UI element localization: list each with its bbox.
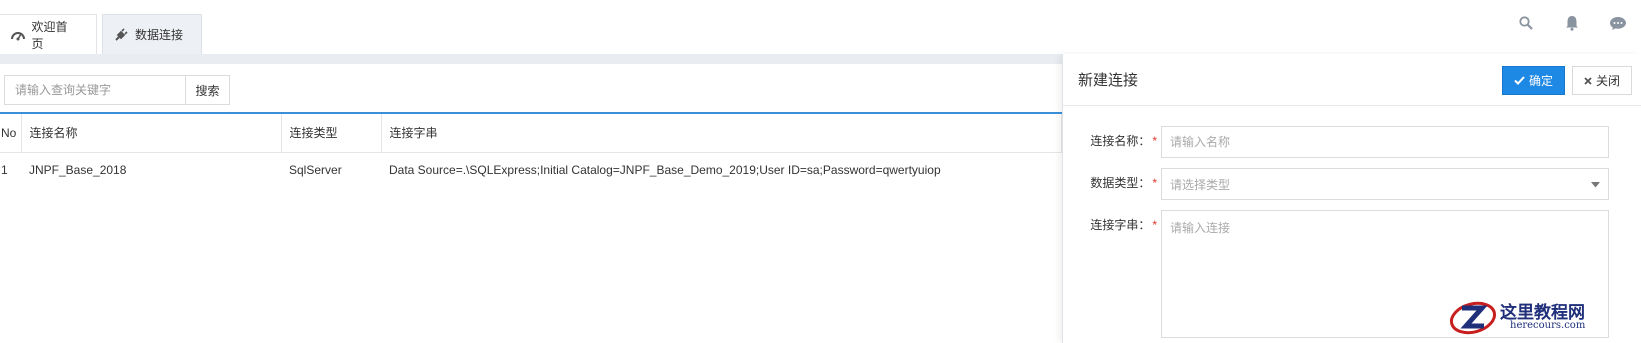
content-top-divider [0, 54, 1062, 64]
watermark-logo: 这里教程网 herecours.com [1448, 296, 1641, 343]
cell-name: JNPF_Base_2018 [29, 163, 127, 178]
search-bar: 搜索 [4, 75, 230, 105]
field-row-type: 数据类型： * 请选择类型 [1063, 168, 1641, 200]
close-label: 关闭 [1595, 74, 1620, 88]
connections-table: No 连接名称 连接类型 连接字串 1 JNPF_Base_2018 SqlSe… [0, 112, 1062, 188]
plug-icon [113, 27, 129, 43]
tab-welcome-home[interactable]: 欢迎首页 [0, 14, 97, 54]
close-button[interactable]: 关闭 [1572, 66, 1632, 95]
field-label-type: 数据类型： * [1090, 176, 1157, 190]
cell-no: 1 [1, 163, 8, 178]
dashboard-icon [10, 27, 26, 43]
close-icon [1584, 76, 1592, 85]
search-input[interactable] [4, 75, 186, 105]
check-icon [1514, 76, 1525, 85]
watermark-emblem-icon [1449, 301, 1497, 335]
column-header-name[interactable]: 连接名称 [21, 114, 282, 153]
panel-title: 新建连接 [1078, 72, 1139, 89]
data-type-select[interactable]: 请选择类型 [1161, 168, 1609, 200]
field-label-connstr: 连接字串： * [1090, 218, 1157, 232]
column-header-no[interactable]: No [0, 114, 22, 153]
panel-header: 新建连接 确定 关闭 [1063, 54, 1641, 106]
caret-down-icon [1591, 177, 1600, 191]
tab-label: 数据连接 [135, 28, 184, 42]
table-row[interactable]: 1 JNPF_Base_2018 SqlServer Data Source=.… [0, 152, 1062, 188]
table-header-row: No 连接名称 连接类型 连接字串 [0, 114, 1062, 153]
required-mark: * [1152, 176, 1157, 190]
select-placeholder: 请选择类型 [1170, 177, 1231, 192]
confirm-button[interactable]: 确定 [1502, 66, 1565, 95]
cell-connstr: Data Source=.\SQLExpress;Initial Catalog… [389, 163, 941, 178]
bell-icon[interactable] [1549, 0, 1595, 46]
field-row-name: 连接名称： * [1063, 126, 1641, 158]
required-mark: * [1152, 218, 1157, 232]
chat-icon[interactable] [1595, 0, 1641, 46]
required-mark: * [1152, 134, 1157, 148]
search-button[interactable]: 搜索 [186, 75, 230, 105]
search-icon[interactable] [1503, 0, 1549, 46]
cell-type: SqlServer [289, 163, 342, 178]
connection-name-input[interactable] [1161, 126, 1609, 158]
confirm-label: 确定 [1528, 74, 1553, 88]
field-label-name: 连接名称： * [1090, 134, 1157, 148]
column-header-connstr[interactable]: 连接字串 [381, 114, 1062, 153]
top-tab-bar: 欢迎首页 数据连接 [0, 0, 1641, 54]
column-header-type[interactable]: 连接类型 [281, 114, 382, 153]
tab-data-connection[interactable]: 数据连接 [102, 14, 202, 54]
tab-label: 欢迎首页 [31, 19, 68, 51]
top-right-toolbar [1503, 0, 1641, 46]
watermark-url: herecours.com [1510, 320, 1586, 331]
